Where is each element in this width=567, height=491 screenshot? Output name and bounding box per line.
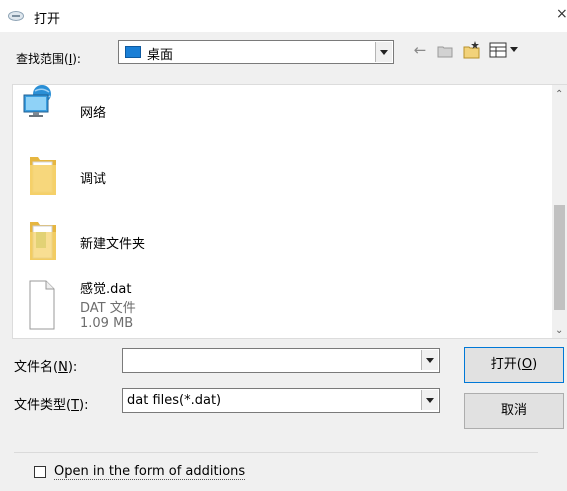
- scroll-up-icon[interactable]: ⌃: [555, 89, 563, 100]
- file-icon: [29, 280, 55, 330]
- filename-input[interactable]: [122, 348, 440, 373]
- filename-dropdown-button[interactable]: [421, 350, 438, 370]
- lookin-value: 桌面: [147, 48, 174, 63]
- scroll-down-icon[interactable]: ⌄: [555, 325, 563, 336]
- filetype-dropdown-button[interactable]: [421, 390, 438, 410]
- file-size: 1.09 MB: [80, 316, 134, 331]
- network-icon: [23, 85, 51, 117]
- filetype-value: dat files(*.dat): [127, 393, 222, 408]
- filename-label: 文件名(N):: [14, 360, 78, 375]
- view-menu-icon[interactable]: [489, 42, 519, 58]
- open-button-label: 打开(O): [490, 357, 538, 372]
- cancel-button-label: 取消: [500, 403, 527, 418]
- filetype-label: 文件类型(T):: [14, 398, 89, 413]
- desktop-icon: [125, 46, 141, 58]
- list-item-label: 调试: [80, 172, 107, 187]
- lookin-combo[interactable]: 桌面: [118, 40, 394, 64]
- file-name: 感觉.dat: [80, 282, 132, 297]
- scroll-thumb[interactable]: [554, 205, 565, 310]
- divider: [14, 452, 538, 453]
- close-button[interactable]: ×: [556, 6, 567, 22]
- list-item-label: 新建文件夹: [80, 237, 146, 252]
- dialog-title: 打开: [34, 12, 61, 27]
- lookin-dropdown-button[interactable]: [375, 42, 392, 62]
- cancel-button[interactable]: 取消: [464, 393, 564, 429]
- back-arrow-icon[interactable]: ←: [412, 42, 428, 58]
- app-icon: [8, 11, 24, 21]
- file-list[interactable]: 网络 调试 新建文件夹 感觉.dat DAT 文件 1.09 MB: [12, 84, 567, 339]
- folder-icon: [30, 157, 56, 195]
- open-as-additions-checkbox[interactable]: [34, 466, 46, 478]
- file-type: DAT 文件: [80, 301, 136, 316]
- new-folder-icon[interactable]: [462, 40, 482, 60]
- filetype-combo[interactable]: dat files(*.dat): [122, 388, 440, 413]
- list-item-label: 网络: [80, 106, 107, 121]
- open-as-additions-label[interactable]: Open in the form of additions: [54, 464, 246, 480]
- folder-icon: [30, 222, 56, 260]
- title-bar: [0, 0, 567, 32]
- open-button[interactable]: 打开(O): [464, 347, 564, 383]
- up-folder-icon[interactable]: [437, 44, 453, 58]
- lookin-label: 查找范围(I):: [16, 52, 81, 66]
- vertical-scrollbar[interactable]: ⌃ ⌄: [552, 85, 567, 338]
